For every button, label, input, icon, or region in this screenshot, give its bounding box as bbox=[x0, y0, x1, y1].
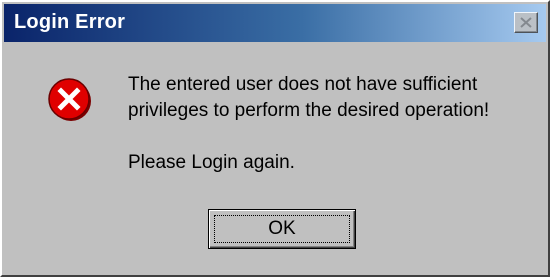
close-button[interactable] bbox=[514, 12, 538, 33]
message-line-1: The entered user does not have sufficien… bbox=[128, 74, 478, 95]
ok-button-label: OK bbox=[214, 215, 350, 243]
message-line-2: privileges to perform the desired operat… bbox=[128, 100, 490, 121]
close-icon bbox=[520, 17, 532, 28]
ok-button[interactable]: OK bbox=[208, 209, 356, 249]
window-title: Login Error bbox=[14, 11, 126, 33]
login-error-dialog: Login Error The entered user does not ha… bbox=[0, 0, 550, 277]
error-message: The entered user does not have sufficien… bbox=[128, 72, 489, 124]
title-bar[interactable]: Login Error bbox=[4, 4, 546, 42]
login-again-text: Please Login again. bbox=[128, 152, 295, 173]
error-icon bbox=[48, 78, 91, 121]
